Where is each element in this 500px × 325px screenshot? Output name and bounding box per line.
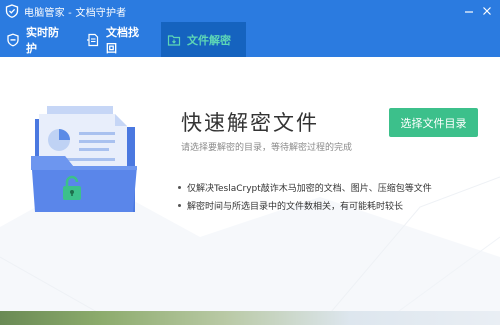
note-text: 解密时间与所选目录中的文件数相关，有可能耗时较长: [187, 201, 404, 212]
note-text: 仅解决TeslaCrypt敲诈木马加密的文档、图片、压缩包等文件: [187, 183, 432, 194]
decrypt-panel: 快速解密文件 请选择要解密的目录，等待解密过程的完成 选择文件目录 仅解决Tes…: [0, 57, 500, 325]
select-directory-button[interactable]: 选择文件目录: [389, 108, 478, 137]
window-controls: [460, 0, 500, 22]
notes-list: 仅解决TeslaCrypt敲诈木马加密的文档、图片、压缩包等文件 解密时间与所选…: [178, 178, 432, 214]
bullet-dot: [178, 185, 181, 189]
bullet-dot: [178, 203, 181, 207]
tab-document-recovery[interactable]: 文档找回: [80, 22, 161, 57]
minimize-icon: [465, 11, 473, 13]
tab-label: 文件解密: [187, 33, 231, 47]
close-button[interactable]: [478, 0, 496, 22]
page-subtitle: 请选择要解密的目录，等待解密过程的完成: [181, 143, 353, 153]
locked-folder-illustration: [31, 106, 137, 212]
tab-file-decryption[interactable]: 文件解密: [161, 22, 246, 57]
list-item: 解密时间与所选目录中的文件数相关，有可能耗时较长: [178, 196, 432, 214]
folder-unlock-icon: [167, 33, 181, 47]
close-icon: [483, 7, 491, 15]
document-recover-icon: [86, 33, 100, 47]
app-window: 电脑管家 - 文档守护者 实时防护 文档找回 文件解密 快速解密文件 请选择要解…: [0, 0, 500, 325]
tab-bar: 实时防护 文档找回 文件解密: [0, 22, 500, 57]
list-item: 仅解决TeslaCrypt敲诈木马加密的文档、图片、压缩包等文件: [178, 178, 432, 196]
shield-check-icon: [6, 33, 20, 47]
tab-label: 实时防护: [26, 25, 59, 55]
tab-label: 文档找回: [106, 25, 139, 55]
tab-realtime-protection[interactable]: 实时防护: [0, 22, 80, 57]
desktop-background-strip: [0, 311, 500, 325]
shield-icon: [5, 4, 19, 18]
window-title: 电脑管家 - 文档守护者: [24, 7, 127, 19]
minimize-button[interactable]: [460, 0, 478, 22]
page-title: 快速解密文件: [181, 111, 319, 135]
title-bar[interactable]: 电脑管家 - 文档守护者: [0, 0, 500, 22]
